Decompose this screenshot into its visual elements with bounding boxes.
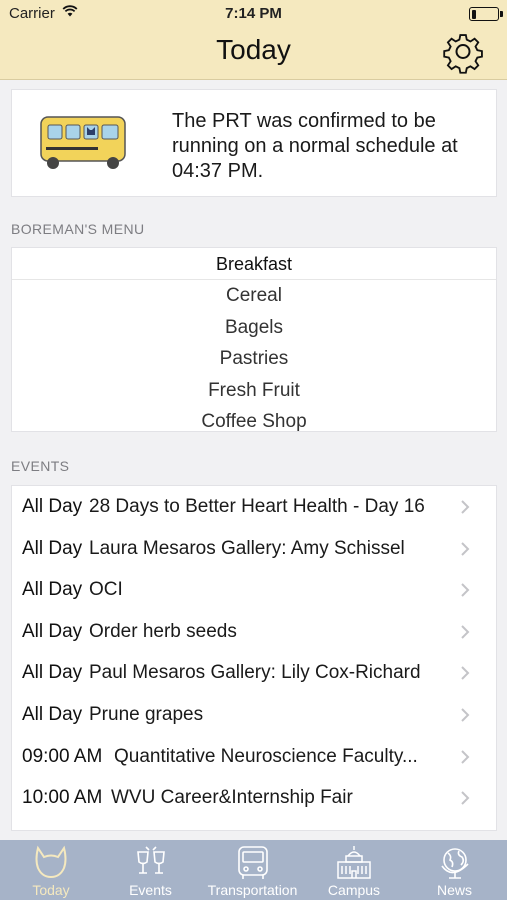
event-time: 10:00 AM (22, 787, 103, 809)
event-row[interactable]: All Day 28 Days to Better Heart Health -… (12, 486, 496, 528)
building-icon (337, 846, 371, 879)
event-row[interactable]: All Day OCI (12, 569, 496, 611)
event-time: All Day (22, 537, 83, 559)
dining-menu-card[interactable]: Breakfast Cereal Bagels Pastries Fresh F… (11, 247, 497, 432)
event-row[interactable]: 10:00 AM WVU Career&Internship Fair (12, 777, 496, 819)
gear-icon[interactable] (441, 30, 485, 74)
event-time: 09:00 AM (22, 745, 103, 767)
tab-label: Transportation (207, 882, 298, 898)
event-title: Quantitative Neuroscience Faculty... (114, 745, 418, 767)
tab-news[interactable]: News (402, 840, 507, 900)
menu-item-list: Cereal Bagels Pastries Fresh Fruit Coffe… (12, 280, 496, 432)
menu-item: Fresh Fruit (208, 379, 300, 401)
menu-section-label: BOREMAN'S MENU (11, 221, 145, 237)
chevron-right-icon (461, 541, 470, 556)
prt-status-message: The PRT was confirmed to be running on a… (172, 110, 458, 182)
tab-events[interactable]: Events (102, 840, 199, 900)
event-row[interactable]: All Day Paul Mesaros Gallery: Lily Cox-R… (12, 652, 496, 694)
menu-item: Cereal (226, 285, 282, 306)
bus-icon (237, 846, 268, 879)
event-row[interactable]: All Day Order herb seeds (12, 611, 496, 653)
cat-icon (35, 845, 67, 879)
event-time: All Day (22, 662, 83, 684)
tab-label: Today (32, 882, 70, 898)
event-title: Paul Mesaros Gallery: Lily Cox-Richard (89, 662, 421, 684)
nav-bar: Today (0, 28, 507, 80)
chevron-right-icon (461, 749, 470, 764)
event-title: Laura Mesaros Gallery: Amy Schissel (89, 537, 405, 559)
menu-item: Bagels (224, 316, 284, 338)
chevron-right-icon (461, 625, 470, 639)
events-list: All Day 28 Days to Better Heart Health -… (11, 485, 497, 831)
glasses-icon (136, 846, 165, 874)
globe-icon (440, 848, 469, 879)
status-bar: Carrier 7:14 PM (0, 0, 507, 28)
chevron-right-icon (461, 666, 470, 681)
clock: 7:14 PM (225, 5, 282, 22)
tab-today[interactable]: Today (0, 840, 102, 900)
tab-bar: Today Events Transportation Campus News (0, 840, 507, 900)
tab-label: News (436, 882, 472, 898)
tab-transportation[interactable]: Transportation (199, 840, 306, 900)
event-row[interactable]: All Day Prune grapes (12, 694, 496, 736)
event-title: Prune grapes (89, 703, 204, 725)
page-title: Today (216, 34, 291, 65)
battery-icon (469, 7, 503, 21)
event-time: All Day (22, 579, 83, 601)
chevron-right-icon (461, 708, 470, 722)
chevron-right-icon (461, 500, 470, 514)
events-section-label: EVENTS (11, 458, 70, 474)
chevron-right-icon (461, 583, 470, 597)
event-time: All Day (22, 620, 83, 642)
prt-status-card: The PRT was confirmed to be running on a… (11, 89, 497, 197)
event-title: WVU Career&Internship Fair (111, 787, 353, 809)
prt-car-icon (40, 116, 126, 169)
menu-item: Coffee Shop (201, 411, 307, 432)
event-row[interactable]: 09:00 AM Quantitative Neuroscience Facul… (12, 736, 496, 778)
event-time: All Day (22, 496, 83, 517)
menu-item: Pastries (219, 348, 289, 370)
tab-label: Events (129, 882, 172, 898)
event-title: Order herb seeds (89, 620, 237, 642)
chevron-right-icon (461, 791, 470, 805)
event-title: OCI (89, 579, 123, 601)
event-time: All Day (22, 703, 83, 725)
event-title: 28 Days to Better Heart Health - Day 16 (89, 496, 425, 517)
tab-campus[interactable]: Campus (306, 840, 402, 900)
tab-label: Campus (327, 882, 381, 898)
meal-header: Breakfast (12, 248, 496, 280)
event-row[interactable]: All Day Laura Mesaros Gallery: Amy Schis… (12, 528, 496, 570)
